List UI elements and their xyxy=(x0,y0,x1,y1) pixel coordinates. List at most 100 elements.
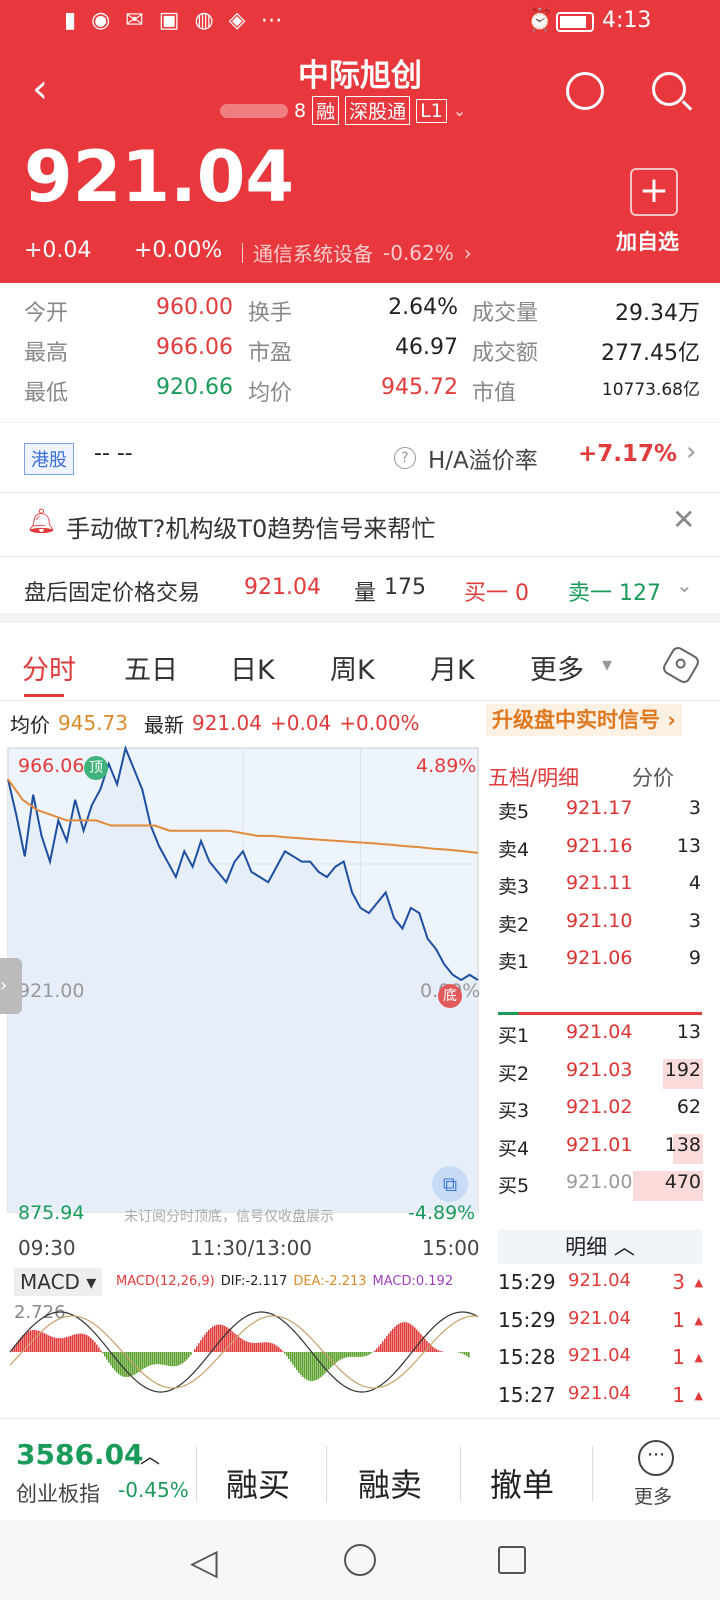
tab-2[interactable]: 日K xyxy=(230,648,275,687)
macd-bar xyxy=(350,1352,352,1357)
stats-grid: 今开 960.00 换手 2.64% 成交量 29.34万 最高 966.06 市盈 46.97 成… xyxy=(0,283,720,423)
stat-value: 945.72 xyxy=(381,375,458,400)
tick-qty: 1 xyxy=(672,1382,685,1407)
add-watch-label[interactable]: 加自选 xyxy=(616,226,679,256)
ask-one: 卖一 127 xyxy=(568,581,661,606)
nav-recents-icon[interactable] xyxy=(498,1546,526,1574)
macd-bar xyxy=(102,1352,104,1354)
y-high-pct: 4.89% xyxy=(416,755,477,777)
macd-bar xyxy=(334,1352,336,1364)
detail-toggle[interactable]: 明细 ︿ xyxy=(498,1230,702,1264)
book-level: 买1 xyxy=(498,1025,530,1047)
macd-bar xyxy=(432,1346,434,1352)
tab-0[interactable]: 分时 xyxy=(22,648,76,687)
chevron-down-icon[interactable]: ⌄ xyxy=(453,101,466,120)
macd-bar xyxy=(280,1349,282,1352)
code-suffix: 8 xyxy=(294,99,307,122)
macd-bar xyxy=(84,1334,86,1352)
macd-bar xyxy=(82,1333,84,1352)
macd-bar xyxy=(278,1347,280,1352)
book-qty: 470 xyxy=(664,1171,701,1193)
more-icon[interactable]: ⋯ xyxy=(638,1440,674,1476)
fullscreen-icon[interactable]: ⧉ xyxy=(432,1166,468,1202)
nav-back-icon[interactable]: ◁ xyxy=(190,1542,218,1583)
macd-params: MACD(12,26,9) DIF:-2.117 DEA:-2.213 MACD… xyxy=(116,1274,453,1289)
macd-bar xyxy=(98,1347,100,1352)
macd-bar xyxy=(310,1352,312,1382)
macd-bar xyxy=(58,1338,60,1352)
tab-3[interactable]: 周K xyxy=(330,648,375,687)
after-hours-row[interactable]: 盘后固定价格交易 921.04 量 175 买一 0 卖一 127 ⌄ xyxy=(0,557,720,623)
macd-bar xyxy=(176,1352,178,1366)
macd-bar xyxy=(74,1334,76,1352)
macd-bar xyxy=(288,1352,290,1359)
chevron-down-icon[interactable]: ⌄ xyxy=(676,573,693,597)
macd-dif-line xyxy=(9,1311,479,1393)
macd-bar xyxy=(60,1338,62,1352)
tab-price-dist[interactable]: 分价 xyxy=(632,762,674,792)
macd-bar xyxy=(254,1343,256,1352)
asks-row: 卖2 921.10 3 xyxy=(498,910,703,940)
y-low-pct: -4.89% xyxy=(408,1202,476,1224)
promo-banner[interactable]: 🔔︎ 手动做T?机构级T0趋势信号来帮忙 ✕ xyxy=(0,493,720,557)
macd-bar xyxy=(252,1342,254,1352)
macd-bar xyxy=(140,1352,142,1371)
macd-bar xyxy=(328,1352,330,1370)
macd-bar xyxy=(262,1342,264,1352)
after-hours-label: 盘后固定价格交易 xyxy=(24,581,201,606)
search-icon[interactable] xyxy=(652,72,693,111)
macd-bar xyxy=(264,1342,266,1352)
refresh-icon[interactable] xyxy=(566,72,604,110)
macd-bar xyxy=(322,1352,324,1376)
status-time: 4:13 xyxy=(602,8,652,33)
tab-order-book[interactable]: 五档/明细 xyxy=(488,762,579,792)
macd-bar xyxy=(248,1342,250,1352)
cancel-order-button[interactable]: 撤单 xyxy=(490,1460,554,1506)
stock-name: 中际旭创 xyxy=(298,58,422,94)
macd-bar xyxy=(342,1352,344,1359)
add-watch-button[interactable]: + xyxy=(630,168,678,216)
help-icon[interactable]: ? xyxy=(394,447,416,469)
more-label[interactable]: 更多 xyxy=(634,1482,672,1509)
margin-sell-button[interactable]: 融卖 xyxy=(358,1460,422,1506)
bids-row: 买1 921.04 13 xyxy=(498,1021,703,1051)
hk-row[interactable]: 港股 -- -- ? H/A溢价率 +7.17% › xyxy=(0,423,720,493)
upgrade-signal-button[interactable]: 升级盘中实时信号 › xyxy=(486,704,682,736)
tag-connect: 深股通 xyxy=(345,96,411,125)
macd-bar xyxy=(348,1352,350,1357)
settings-icon[interactable] xyxy=(660,644,702,686)
macd-value: MACD:0.192 xyxy=(372,1274,454,1289)
macd-bar xyxy=(304,1352,306,1379)
book-price: 921.06 xyxy=(566,947,633,969)
tab-4[interactable]: 月K xyxy=(430,648,475,687)
macd-bar xyxy=(368,1352,370,1355)
price-change-pct: +0.00% xyxy=(134,238,223,263)
macd-bar xyxy=(34,1329,36,1352)
side-drawer-handle[interactable]: › xyxy=(0,958,22,1014)
margin-buy-button[interactable]: 融买 xyxy=(226,1460,290,1506)
chevron-up-icon[interactable]: ︿ xyxy=(140,1440,160,1469)
macd-bar xyxy=(416,1329,418,1352)
sector-link[interactable]: 通信系统设备 -0.62% › xyxy=(242,238,472,267)
x-tick-mid: 11:30/13:00 xyxy=(190,1236,313,1260)
macd-bar xyxy=(52,1337,54,1352)
macd-bar xyxy=(190,1352,192,1355)
macd-bar xyxy=(410,1324,412,1352)
macd-bar xyxy=(460,1352,462,1354)
macd-bar xyxy=(122,1352,124,1377)
macd-bar xyxy=(398,1323,400,1352)
close-icon[interactable]: ✕ xyxy=(672,503,695,536)
macd-bar xyxy=(268,1342,270,1352)
macd-bar xyxy=(338,1352,340,1361)
tab-1[interactable]: 五日 xyxy=(124,648,178,687)
tab-5[interactable]: 更多 xyxy=(530,648,584,687)
macd-bar xyxy=(360,1352,362,1357)
macd-bar xyxy=(152,1352,154,1365)
index-value[interactable]: 3586.04 xyxy=(16,1438,144,1471)
latest-pct: +0.00% xyxy=(339,711,420,735)
tag-level: L1 xyxy=(416,98,447,123)
chart-watermark: 未订阅分时顶底，信号仅收盘展示 xyxy=(124,1209,334,1225)
nav-home-icon[interactable] xyxy=(344,1544,376,1576)
macd-bar xyxy=(50,1336,52,1352)
battery-icon xyxy=(556,12,594,32)
